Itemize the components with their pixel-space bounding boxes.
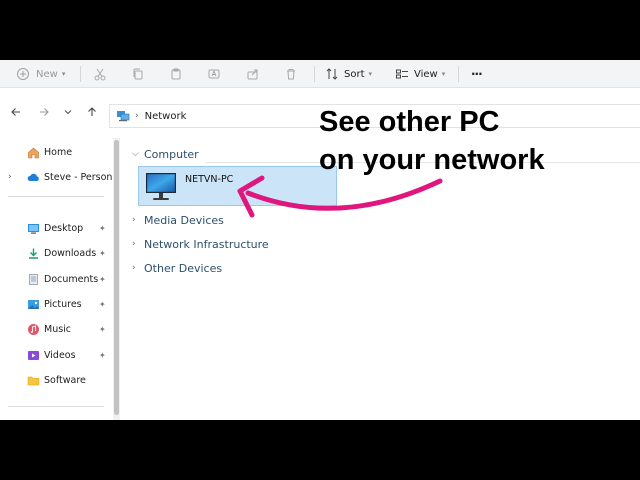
up-button[interactable]: [84, 104, 100, 120]
sidebar-item-label: Steve - Personal: [44, 171, 121, 183]
sidebar-item-music[interactable]: Music ✦: [0, 319, 112, 339]
network-icon: [116, 109, 130, 123]
back-button[interactable]: [8, 104, 24, 120]
group-label: Network Infrastructure: [144, 237, 269, 251]
trash-icon: [284, 67, 298, 81]
cloud-icon: [27, 171, 40, 184]
group-header-media-devices[interactable]: › Media Devices: [132, 211, 224, 229]
sidebar-item-pictures[interactable]: Pictures ✦: [0, 294, 112, 314]
forward-button[interactable]: [36, 104, 52, 120]
sidebar-item-label: Software: [44, 374, 86, 386]
picture-icon: [27, 298, 40, 311]
sidebar-item-label: Music: [44, 323, 72, 335]
plus-circle-icon: [16, 67, 30, 81]
chevron-right-icon: ›: [132, 239, 136, 249]
sort-icon: [325, 67, 339, 81]
copy-icon: [131, 67, 145, 81]
sort-button[interactable]: Sort ▾: [325, 60, 372, 88]
annotation-line-1: See other PC: [319, 106, 500, 138]
toolbar-divider: [80, 66, 81, 82]
share-icon: [246, 67, 260, 81]
chevron-down-icon: ▾: [61, 70, 66, 78]
monitor-icon: [144, 170, 178, 204]
sidebar-item-label: Documents: [44, 273, 99, 285]
group-label: Other Devices: [144, 261, 223, 275]
sidebar-item-onedrive[interactable]: › Steve - Personal: [0, 167, 121, 187]
chevron-right-icon: ›: [132, 263, 136, 273]
toolbar-divider: [458, 66, 459, 82]
command-bar: New ▾ Sort ▾ View ▾ ···: [0, 60, 640, 88]
paste-button[interactable]: [169, 60, 183, 88]
sidebar-item-label: Videos: [44, 349, 76, 361]
breadcrumb-network[interactable]: Network: [145, 111, 187, 122]
sidebar-item-label: Downloads: [44, 247, 97, 259]
chevron-down-icon: ▾: [368, 70, 373, 78]
scissors-icon: [93, 67, 107, 81]
new-button[interactable]: New ▾: [16, 60, 65, 88]
group-header-other-devices[interactable]: › Other Devices: [132, 259, 222, 277]
pin-icon[interactable]: ✦: [99, 224, 106, 233]
sidebar-divider: [8, 406, 104, 407]
arrow-up-icon: [88, 107, 96, 116]
share-button[interactable]: [246, 60, 260, 88]
music-icon: [27, 323, 40, 336]
more-options-button[interactable]: ···: [471, 60, 483, 88]
group-label: Media Devices: [144, 213, 224, 227]
view-button[interactable]: View ▾: [395, 60, 445, 88]
sidebar-divider: [8, 196, 104, 197]
rename-button[interactable]: [207, 60, 221, 88]
arrow-left-icon: [11, 108, 20, 116]
sidebar-item-home[interactable]: Home: [0, 142, 112, 162]
pin-icon[interactable]: ✦: [99, 275, 106, 284]
navigation-pane: Home › Steve - Personal Desktop ✦ Downlo…: [0, 138, 121, 420]
folder-icon: [27, 374, 40, 387]
video-icon: [27, 349, 40, 362]
chevron-down-icon: ⌵: [132, 149, 139, 159]
computer-name: NETVN-PC: [185, 174, 234, 185]
document-icon: [27, 273, 40, 286]
more-icon: ···: [471, 67, 483, 81]
sidebar-item-downloads[interactable]: Downloads ✦: [0, 243, 112, 263]
sidebar-item-videos[interactable]: Videos ✦: [0, 345, 112, 365]
sidebar-item-label: Pictures: [44, 298, 82, 310]
pin-icon[interactable]: ✦: [99, 325, 106, 334]
download-icon: [27, 247, 40, 260]
pin-icon[interactable]: ✦: [99, 351, 106, 360]
chevron-down-icon: ▾: [441, 70, 446, 78]
sidebar-item-desktop[interactable]: Desktop ✦: [0, 218, 112, 238]
view-label: View: [414, 68, 438, 80]
sort-label: Sort: [344, 68, 365, 80]
sidebar-item-label: Desktop: [44, 222, 84, 234]
copy-button[interactable]: [131, 60, 145, 88]
file-explorer-window: New ▾ Sort ▾ View ▾ ··· › Network Home ›…: [0, 60, 640, 420]
chevron-down-icon: [64, 110, 72, 115]
sidebar-item-software[interactable]: Software: [0, 370, 112, 390]
rename-icon: [207, 67, 221, 81]
sidebar-item-label: Home: [44, 146, 73, 158]
view-list-icon: [395, 67, 409, 81]
clipboard-icon: [169, 67, 183, 81]
group-label: Computer: [144, 147, 199, 161]
chevron-right-icon[interactable]: ›: [8, 172, 12, 182]
cut-button[interactable]: [93, 60, 107, 88]
group-header-computer[interactable]: ⌵ Computer: [132, 145, 199, 163]
delete-button[interactable]: [284, 60, 298, 88]
group-header-network-infrastructure[interactable]: › Network Infrastructure: [132, 235, 269, 253]
arrow-right-icon: [40, 108, 49, 116]
chevron-right-icon: ›: [132, 215, 136, 225]
breadcrumb-separator: ›: [135, 111, 139, 121]
pin-icon[interactable]: ✦: [99, 249, 106, 258]
annotation-line-2: on your network: [319, 144, 545, 176]
sidebar-scroll-thumb[interactable]: [114, 140, 119, 415]
new-label: New: [36, 68, 58, 80]
computer-item-netvn-pc[interactable]: NETVN-PC: [138, 166, 337, 206]
desktop-icon: [27, 222, 40, 235]
recent-locations-button[interactable]: [60, 104, 76, 120]
toolbar-divider: [314, 66, 315, 82]
home-icon: [27, 146, 40, 159]
pin-icon[interactable]: ✦: [99, 300, 106, 309]
sidebar-item-documents[interactable]: Documents ✦: [0, 269, 112, 289]
